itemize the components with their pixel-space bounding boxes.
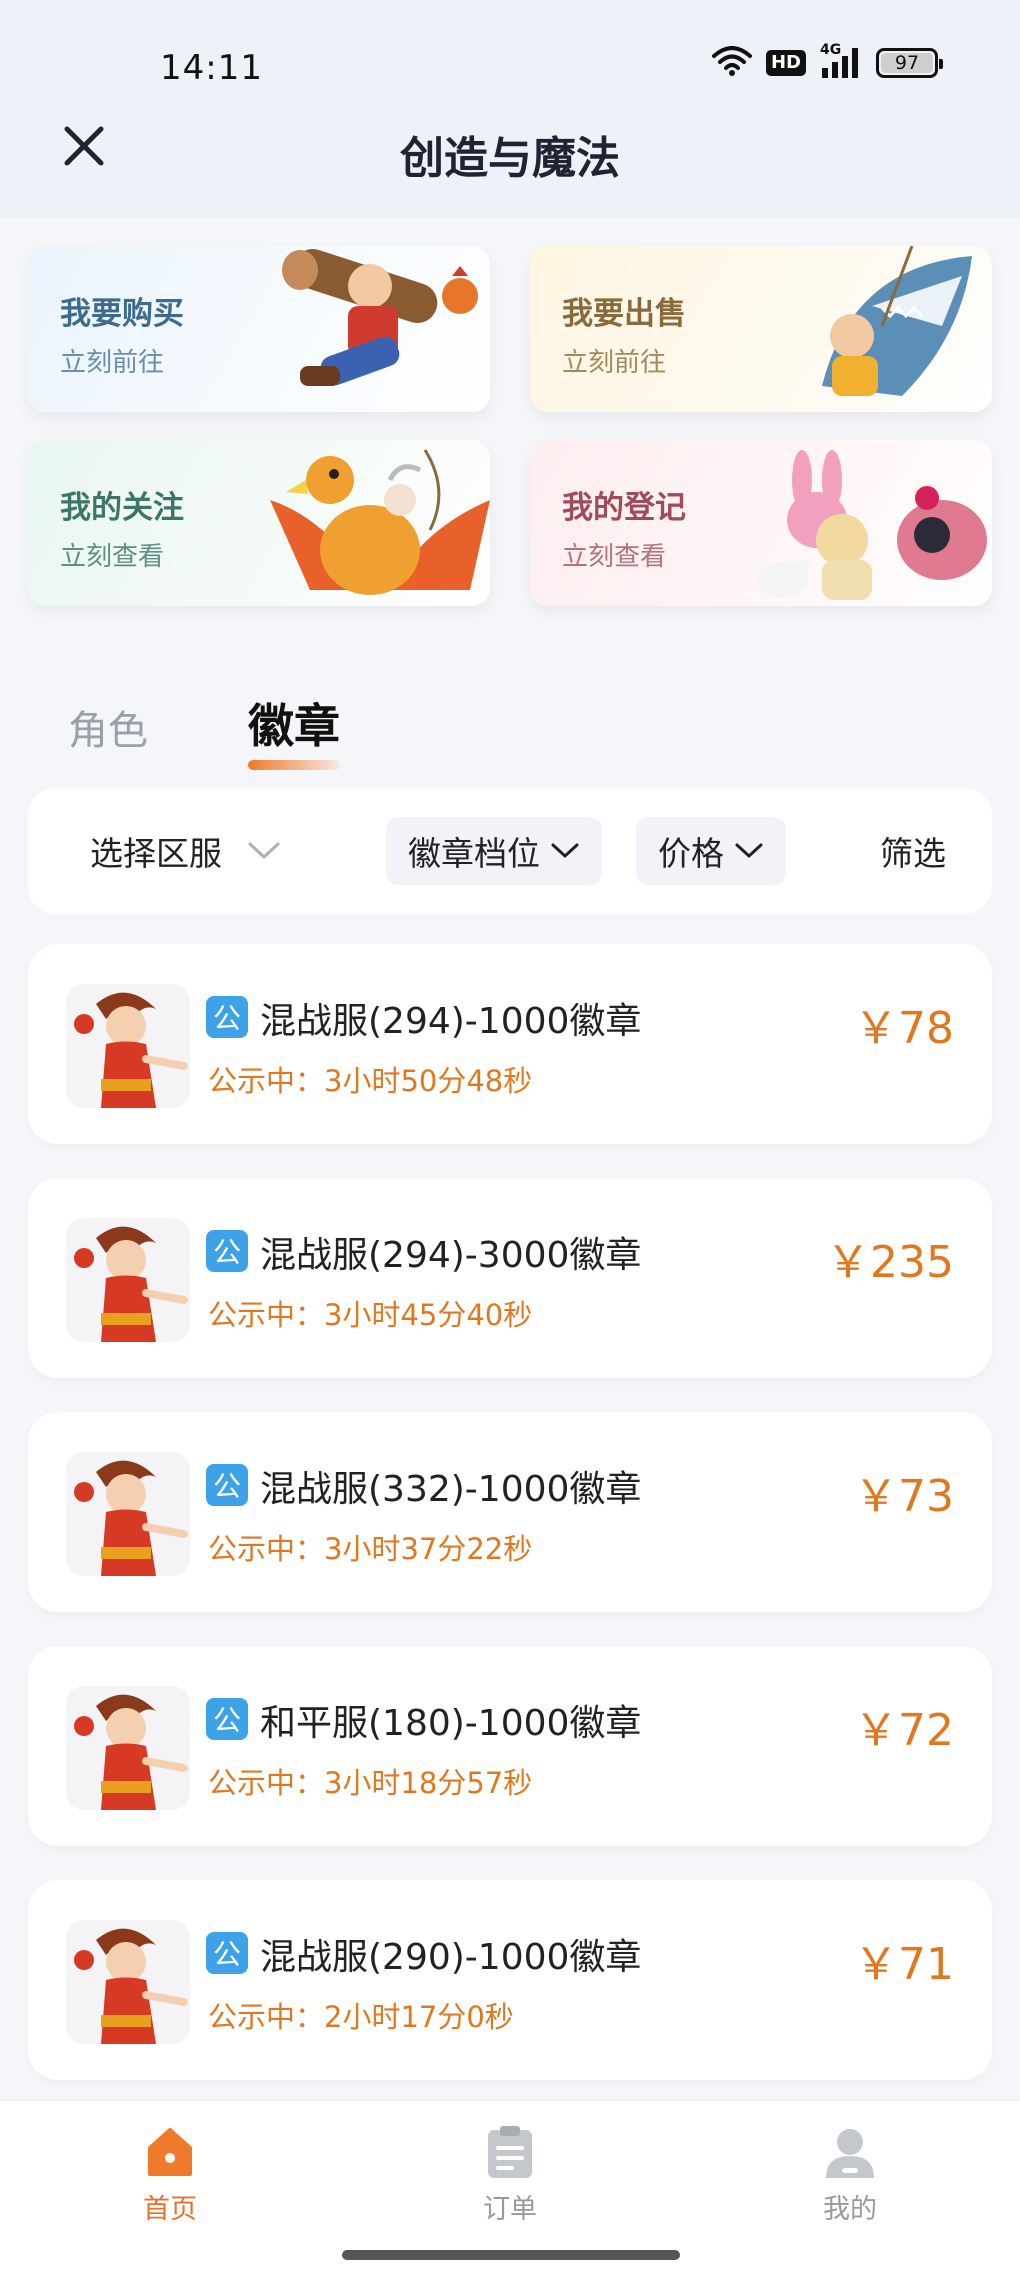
listing-price: ￥235 bbox=[826, 1237, 954, 1288]
status-time: 14:11 bbox=[160, 48, 263, 88]
listing-title: 混战服(294)-1000徽章 bbox=[260, 1001, 642, 1042]
listing-status: 公示中：3小时50分48秒 bbox=[208, 1064, 533, 1098]
listing-title: 混战服(332)-1000徽章 bbox=[260, 1469, 642, 1510]
character-carrying-log-illustration bbox=[282, 249, 478, 386]
price-sort-select[interactable]: 价格 bbox=[636, 817, 786, 885]
hd-badge: HD bbox=[765, 50, 806, 76]
user-icon bbox=[790, 2119, 910, 2185]
public-tag: 公 bbox=[206, 1464, 248, 1506]
card-title: 我的登记 bbox=[562, 490, 686, 526]
card-title: 我的关注 bbox=[60, 490, 184, 526]
chevron-down-icon bbox=[735, 843, 763, 859]
nav-orders[interactable]: 订单 bbox=[450, 2119, 570, 2226]
listing-title: 混战服(294)-3000徽章 bbox=[260, 1235, 642, 1276]
listing-item[interactable]: 公 混战服(290)-1000徽章 公示中：2小时17分0秒 ￥71 bbox=[28, 1880, 992, 2080]
badge-tier-label: 徽章档位 bbox=[408, 834, 540, 873]
public-tag: 公 bbox=[206, 1698, 248, 1740]
battery-icon: 97 bbox=[876, 48, 943, 78]
filter-bar: 选择区服 徽章档位 价格 筛选 bbox=[28, 788, 992, 914]
character-riding-shark-illustration bbox=[822, 246, 972, 396]
pet-group-illustration bbox=[756, 450, 987, 600]
tab-label: 徽章 bbox=[248, 699, 340, 753]
wifi-icon bbox=[711, 46, 752, 80]
listing-status: 公示中：3小时37分22秒 bbox=[208, 1532, 533, 1566]
card-title: 我要出售 bbox=[562, 296, 686, 332]
public-tag: 公 bbox=[206, 996, 248, 1038]
listing-title: 混战服(290)-1000徽章 bbox=[260, 1937, 642, 1978]
character-thumbnail bbox=[66, 984, 190, 1108]
public-tag: 公 bbox=[206, 1932, 248, 1974]
sell-card[interactable]: 我要出售 立刻前往 bbox=[530, 246, 992, 412]
tab-badge[interactable]: 徽章 bbox=[248, 690, 340, 774]
card-subtitle: 立刻查看 bbox=[60, 542, 165, 572]
listing-status: 公示中：2小时17分0秒 bbox=[208, 2000, 514, 2034]
card-subtitle: 立刻前往 bbox=[60, 348, 165, 378]
server-select-label: 选择区服 bbox=[90, 834, 222, 873]
tab-label: 角色 bbox=[68, 708, 148, 754]
filter-button[interactable]: 筛选 bbox=[880, 817, 946, 885]
listing-list: 公 混战服(294)-1000徽章 公示中：3小时50分48秒 ￥78 公 混战… bbox=[28, 944, 992, 2114]
buy-card[interactable]: 我要购买 立刻前往 bbox=[28, 246, 490, 412]
character-thumbnail bbox=[66, 1686, 190, 1810]
listing-price: ￥72 bbox=[854, 1705, 954, 1756]
chevron-down-icon bbox=[551, 843, 579, 859]
page-title: 创造与魔法 bbox=[400, 133, 620, 184]
home-indicator[interactable] bbox=[342, 2250, 680, 2260]
nav-orders-label: 订单 bbox=[483, 2194, 537, 2225]
tab-role[interactable]: 角色 bbox=[68, 698, 148, 774]
nav-home[interactable]: 首页 bbox=[110, 2119, 230, 2226]
record-card[interactable]: 我的登记 立刻查看 bbox=[530, 440, 992, 606]
entry-cards: 我要购买 立刻前往 我要出售 立刻前往 我的关注 立刻查看 我的登记 立刻查看 bbox=[28, 246, 992, 606]
character-thumbnail bbox=[66, 1920, 190, 2044]
character-riding-phoenix-illustration bbox=[270, 449, 490, 595]
listing-price: ￥73 bbox=[854, 1471, 954, 1522]
public-tag: 公 bbox=[206, 1230, 248, 1272]
home-icon bbox=[110, 2119, 230, 2185]
character-thumbnail bbox=[66, 1218, 190, 1342]
listing-title: 和平服(180)-1000徽章 bbox=[260, 1703, 642, 1744]
listing-status: 公示中：3小时45分40秒 bbox=[208, 1298, 533, 1332]
filter-button-label: 筛选 bbox=[880, 834, 946, 873]
nav-profile-label: 我的 bbox=[823, 2194, 877, 2225]
card-subtitle: 立刻查看 bbox=[562, 542, 667, 572]
price-sort-label: 价格 bbox=[658, 834, 724, 873]
follow-card[interactable]: 我的关注 立刻查看 bbox=[28, 440, 490, 606]
top-area: 14:11 HD 4G 97 创造与魔法 bbox=[0, 0, 1020, 218]
category-tabs: 角色 徽章 bbox=[68, 690, 340, 774]
clipboard-icon bbox=[450, 2119, 570, 2185]
listing-item[interactable]: 公 和平服(180)-1000徽章 公示中：3小时18分57秒 ￥72 bbox=[28, 1646, 992, 1846]
listing-item[interactable]: 公 混战服(294)-3000徽章 公示中：3小时45分40秒 ￥235 bbox=[28, 1178, 992, 1378]
listing-status: 公示中：3小时18分57秒 bbox=[208, 1766, 533, 1800]
badge-tier-select[interactable]: 徽章档位 bbox=[386, 817, 602, 885]
listing-price: ￥78 bbox=[854, 1003, 954, 1054]
nav-home-label: 首页 bbox=[143, 2194, 197, 2225]
chevron-down-icon bbox=[248, 842, 280, 860]
signal-icon: 4G bbox=[820, 42, 862, 80]
status-icons: HD 4G 97 bbox=[711, 42, 943, 80]
tab-active-indicator bbox=[248, 760, 340, 770]
listing-price: ￥71 bbox=[854, 1939, 954, 1990]
card-subtitle: 立刻前往 bbox=[562, 348, 667, 378]
server-select[interactable]: 选择区服 bbox=[68, 817, 304, 885]
nav-profile[interactable]: 我的 bbox=[790, 2119, 910, 2226]
character-thumbnail bbox=[66, 1452, 190, 1576]
card-title: 我要购买 bbox=[60, 296, 184, 332]
listing-item[interactable]: 公 混战服(332)-1000徽章 公示中：3小时37分22秒 ￥73 bbox=[28, 1412, 992, 1612]
listing-item[interactable]: 公 混战服(294)-1000徽章 公示中：3小时50分48秒 ￥78 bbox=[28, 944, 992, 1144]
battery-level: 97 bbox=[894, 52, 920, 74]
